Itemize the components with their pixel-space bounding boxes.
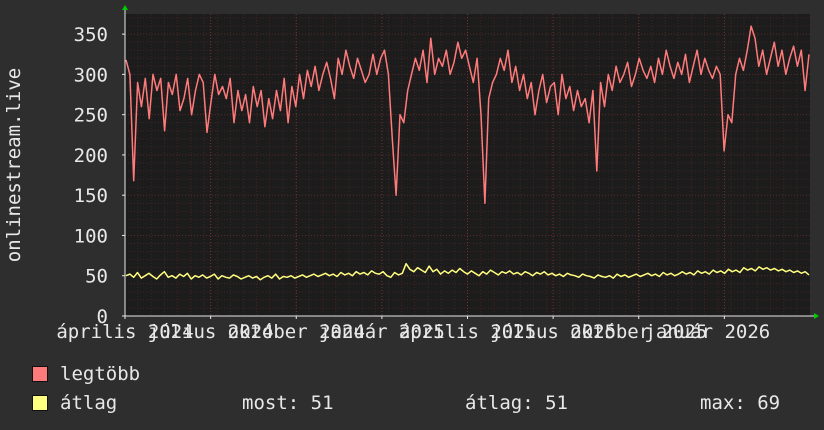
legend-label-max: legtöbb bbox=[60, 363, 141, 385]
legend-swatch-avg bbox=[32, 395, 48, 411]
y-tick-label: 300 bbox=[74, 64, 108, 86]
stat-avg-label: átlag: bbox=[465, 392, 534, 414]
y-tick-label: 150 bbox=[74, 185, 108, 207]
x-axis-arrow bbox=[814, 313, 819, 319]
stat-max-value: 69 bbox=[757, 392, 781, 414]
stat-avg-value: 51 bbox=[545, 392, 568, 414]
legend-swatch-max bbox=[32, 366, 48, 382]
stat-max-label: max: bbox=[700, 392, 746, 414]
stat-now-label: most: bbox=[242, 392, 300, 414]
y-axis-arrow bbox=[122, 5, 128, 10]
stat-max: max: 69 bbox=[700, 392, 780, 414]
x-tick-labels: április 2024július 2024október 2024januá… bbox=[56, 316, 770, 343]
y-axis-label: onlinestream.live bbox=[3, 68, 25, 262]
stat-now-value: 51 bbox=[310, 392, 334, 414]
stat-avg: átlag: 51 bbox=[465, 392, 568, 414]
y-tick-label: 50 bbox=[85, 266, 108, 288]
legend-item-max: legtöbb bbox=[32, 363, 140, 385]
legend-item-avg: átlag most: 51 átlag: 51 max: 69 bbox=[32, 392, 822, 414]
stat-now: most: 51 bbox=[242, 392, 334, 414]
legend-label-avg: átlag bbox=[60, 392, 118, 414]
y-tick-label: 350 bbox=[74, 24, 108, 46]
y-tick-label: 100 bbox=[74, 225, 108, 247]
x-tick-label: január 2026 bbox=[644, 321, 770, 343]
y-tick-label: 200 bbox=[74, 145, 108, 167]
y-tick-label: 250 bbox=[74, 105, 108, 127]
y-tick-labels: 050100150200250300350 bbox=[74, 24, 125, 328]
